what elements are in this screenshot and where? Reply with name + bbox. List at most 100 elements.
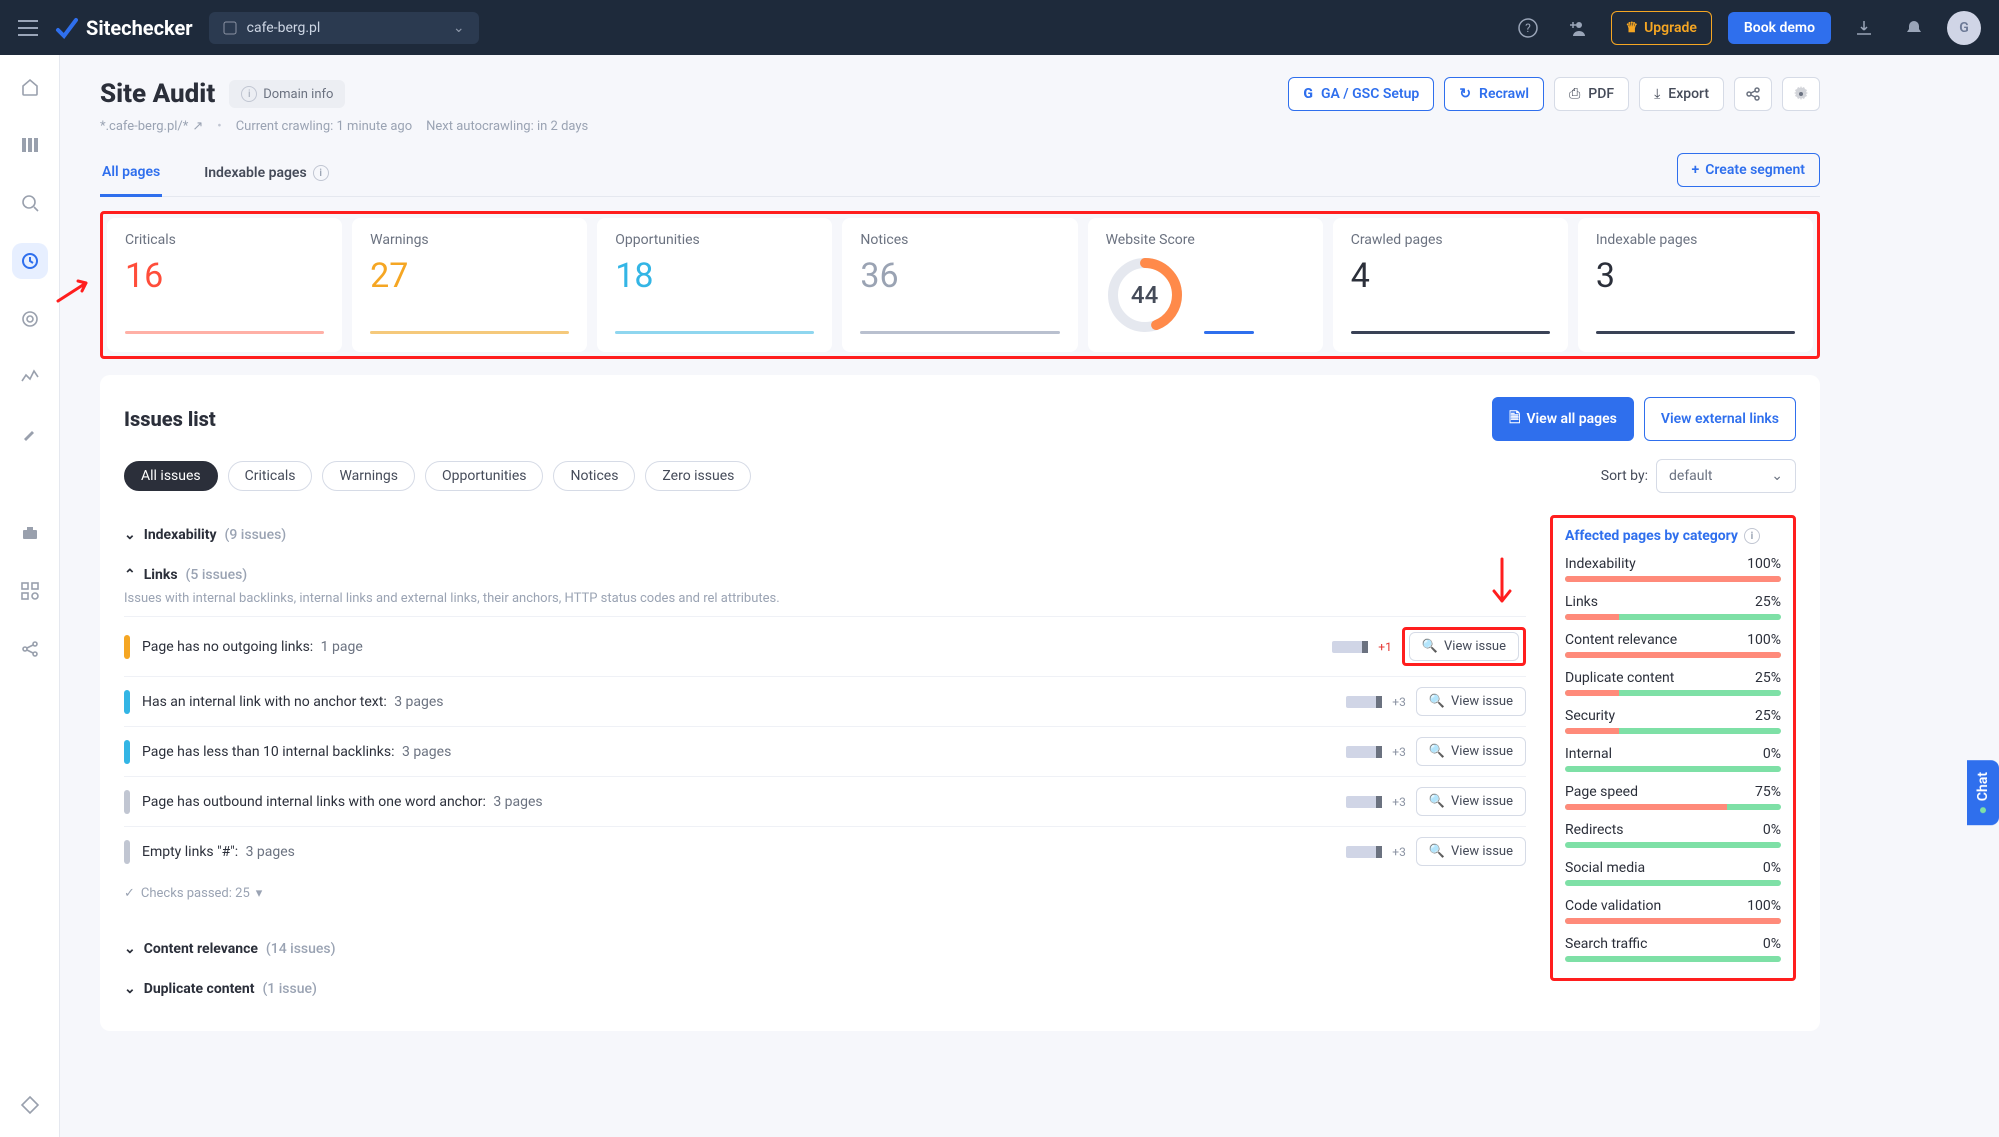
notifications-icon[interactable] bbox=[1897, 11, 1931, 45]
affected-pages-box: Affected pages by category i Indexabilit… bbox=[1550, 515, 1796, 981]
info-icon[interactable]: i bbox=[1744, 528, 1760, 544]
issue-row: Has an internal link with no anchor text… bbox=[124, 676, 1526, 726]
checks-passed[interactable]: ✓ Checks passed: 25 ▾ bbox=[124, 886, 1526, 901]
view-issue-button[interactable]: 🔍View issue bbox=[1416, 687, 1526, 716]
chevron-down-icon: ⌄ bbox=[453, 20, 465, 36]
chevron-down-icon: ⌄ bbox=[124, 941, 136, 957]
tab-indexable-pages[interactable]: Indexable pagesi bbox=[202, 153, 330, 195]
view-issue-button[interactable]: 🔍View issue bbox=[1416, 737, 1526, 766]
affected-row[interactable]: Page speed75% bbox=[1565, 784, 1781, 810]
issue-text: Page has outbound internal links with on… bbox=[142, 794, 543, 810]
affected-row[interactable]: Security25% bbox=[1565, 708, 1781, 734]
site-name: cafe-berg.pl bbox=[247, 20, 321, 36]
affected-row[interactable]: Social media0% bbox=[1565, 860, 1781, 886]
export-button[interactable]: ⤓Export bbox=[1639, 77, 1724, 111]
create-segment-button[interactable]: +Create segment bbox=[1677, 153, 1820, 187]
nav-home-icon[interactable] bbox=[12, 69, 48, 105]
svg-text:?: ? bbox=[1525, 21, 1531, 35]
page-icon: 🗎 bbox=[1509, 407, 1520, 431]
menu-icon[interactable] bbox=[18, 20, 38, 36]
search-icon: 🔍 bbox=[1429, 844, 1445, 859]
chat-widget[interactable]: Chat bbox=[1967, 760, 1999, 825]
affected-row[interactable]: Duplicate content25% bbox=[1565, 670, 1781, 696]
plus-icon: + bbox=[1692, 162, 1700, 178]
delta-value: +3 bbox=[1392, 795, 1406, 809]
filter-all-issues[interactable]: All issues bbox=[124, 461, 218, 491]
nav-widget-icon[interactable] bbox=[12, 1087, 48, 1123]
chevron-down-icon: ⌄ bbox=[124, 981, 136, 997]
affected-row[interactable]: Indexability100% bbox=[1565, 556, 1781, 582]
site-selector[interactable]: cafe-berg.pl ⌄ bbox=[209, 12, 479, 44]
category-duplicate-content[interactable]: ⌄ Duplicate content (1 issue) bbox=[124, 969, 1526, 1009]
affected-row[interactable]: Code validation100% bbox=[1565, 898, 1781, 924]
card-criticals[interactable]: Criticals 16 bbox=[107, 218, 342, 352]
filter-notices[interactable]: Notices bbox=[553, 461, 635, 491]
download-icon[interactable] bbox=[1847, 11, 1881, 45]
nav-briefcase-icon[interactable] bbox=[12, 515, 48, 551]
help-icon[interactable]: ? bbox=[1511, 11, 1545, 45]
category-links-desc: Issues with internal backlinks, internal… bbox=[124, 591, 1526, 606]
nav-share-icon[interactable] bbox=[12, 631, 48, 667]
filter-criticals[interactable]: Criticals bbox=[228, 461, 313, 491]
filter-zero-issues[interactable]: Zero issues bbox=[645, 461, 751, 491]
affected-row[interactable]: Redirects0% bbox=[1565, 822, 1781, 848]
view-all-pages-button[interactable]: 🗎View all pages bbox=[1492, 397, 1634, 441]
top-bar: Sitechecker cafe-berg.pl ⌄ ? ♛ Upgrade B… bbox=[0, 0, 1999, 55]
card-warnings[interactable]: Warnings 27 bbox=[352, 218, 587, 352]
book-demo-button[interactable]: Book demo bbox=[1728, 12, 1831, 44]
affected-row[interactable]: Search traffic0% bbox=[1565, 936, 1781, 962]
issues-title: Issues list bbox=[124, 407, 216, 431]
card-indexable-pages[interactable]: Indexable pages 3 bbox=[1578, 218, 1813, 352]
filter-warnings[interactable]: Warnings bbox=[322, 461, 415, 491]
side-nav bbox=[0, 55, 60, 1137]
affected-row[interactable]: Internal0% bbox=[1565, 746, 1781, 772]
settings-button[interactable] bbox=[1782, 77, 1820, 111]
nav-extensions-icon[interactable] bbox=[12, 573, 48, 609]
view-issue-button[interactable]: 🔍View issue bbox=[1409, 632, 1519, 661]
nav-dashboard-icon[interactable] bbox=[12, 127, 48, 163]
trend-spark bbox=[1346, 796, 1382, 808]
nav-insights-icon[interactable] bbox=[12, 359, 48, 395]
affected-title: Affected pages by category i bbox=[1565, 528, 1781, 544]
category-content-relevance[interactable]: ⌄ Content relevance (14 issues) bbox=[124, 929, 1526, 969]
share-button[interactable] bbox=[1734, 77, 1772, 111]
severity-indicator bbox=[124, 635, 130, 659]
issues-panel: Issues list 🗎View all pages View externa… bbox=[100, 375, 1820, 1031]
card-crawled-pages[interactable]: Crawled pages 4 bbox=[1333, 218, 1568, 352]
upgrade-button[interactable]: ♛ Upgrade bbox=[1611, 11, 1712, 45]
card-opportunities[interactable]: Opportunities 18 bbox=[597, 218, 832, 352]
filter-opportunities[interactable]: Opportunities bbox=[425, 461, 544, 491]
affected-row[interactable]: Content relevance100% bbox=[1565, 632, 1781, 658]
card-website-score[interactable]: Website Score 44 bbox=[1088, 218, 1323, 352]
card-notices[interactable]: Notices 36 bbox=[842, 218, 1077, 352]
pdf-icon: ⎙ bbox=[1569, 86, 1580, 102]
recrawl-button[interactable]: ↻Recrawl bbox=[1444, 77, 1544, 111]
ga-gsc-button[interactable]: GGA / GSC Setup bbox=[1288, 77, 1434, 111]
tab-all-pages[interactable]: All pages bbox=[100, 152, 162, 197]
nav-monitor-icon[interactable] bbox=[12, 185, 48, 221]
view-external-links-button[interactable]: View external links bbox=[1644, 397, 1796, 441]
pdf-button[interactable]: ⎙PDF bbox=[1554, 77, 1629, 111]
category-links[interactable]: ⌃ Links (5 issues) bbox=[124, 555, 1526, 595]
nav-audit-icon[interactable] bbox=[12, 243, 48, 279]
brand-logo[interactable]: Sitechecker bbox=[54, 16, 193, 40]
domain-info-button[interactable]: i Domain info bbox=[229, 80, 345, 108]
user-avatar[interactable]: G bbox=[1947, 11, 1981, 45]
delta-value: +3 bbox=[1392, 745, 1406, 759]
chevron-up-icon: ⌃ bbox=[124, 567, 136, 583]
add-user-icon[interactable] bbox=[1561, 11, 1595, 45]
sort-select[interactable]: default⌄ bbox=[1656, 459, 1796, 493]
view-issue-button[interactable]: 🔍View issue bbox=[1416, 837, 1526, 866]
chevron-down-icon: ⌄ bbox=[124, 527, 136, 543]
nav-rank-icon[interactable] bbox=[12, 301, 48, 337]
search-icon: 🔍 bbox=[1422, 639, 1438, 654]
search-icon: 🔍 bbox=[1429, 794, 1445, 809]
sort-label: Sort by: bbox=[1601, 468, 1648, 484]
category-indexability[interactable]: ⌄ Indexability (9 issues) bbox=[124, 515, 1526, 555]
affected-row[interactable]: Links25% bbox=[1565, 594, 1781, 620]
domain-path[interactable]: *.cafe-berg.pl/* ↗ bbox=[100, 119, 203, 134]
nav-tools-icon[interactable] bbox=[12, 417, 48, 453]
check-icon: ✓ bbox=[124, 886, 135, 901]
view-issue-button[interactable]: 🔍View issue bbox=[1416, 787, 1526, 816]
subtitle-row: *.cafe-berg.pl/* ↗ • Current crawling: 1… bbox=[100, 119, 1820, 134]
